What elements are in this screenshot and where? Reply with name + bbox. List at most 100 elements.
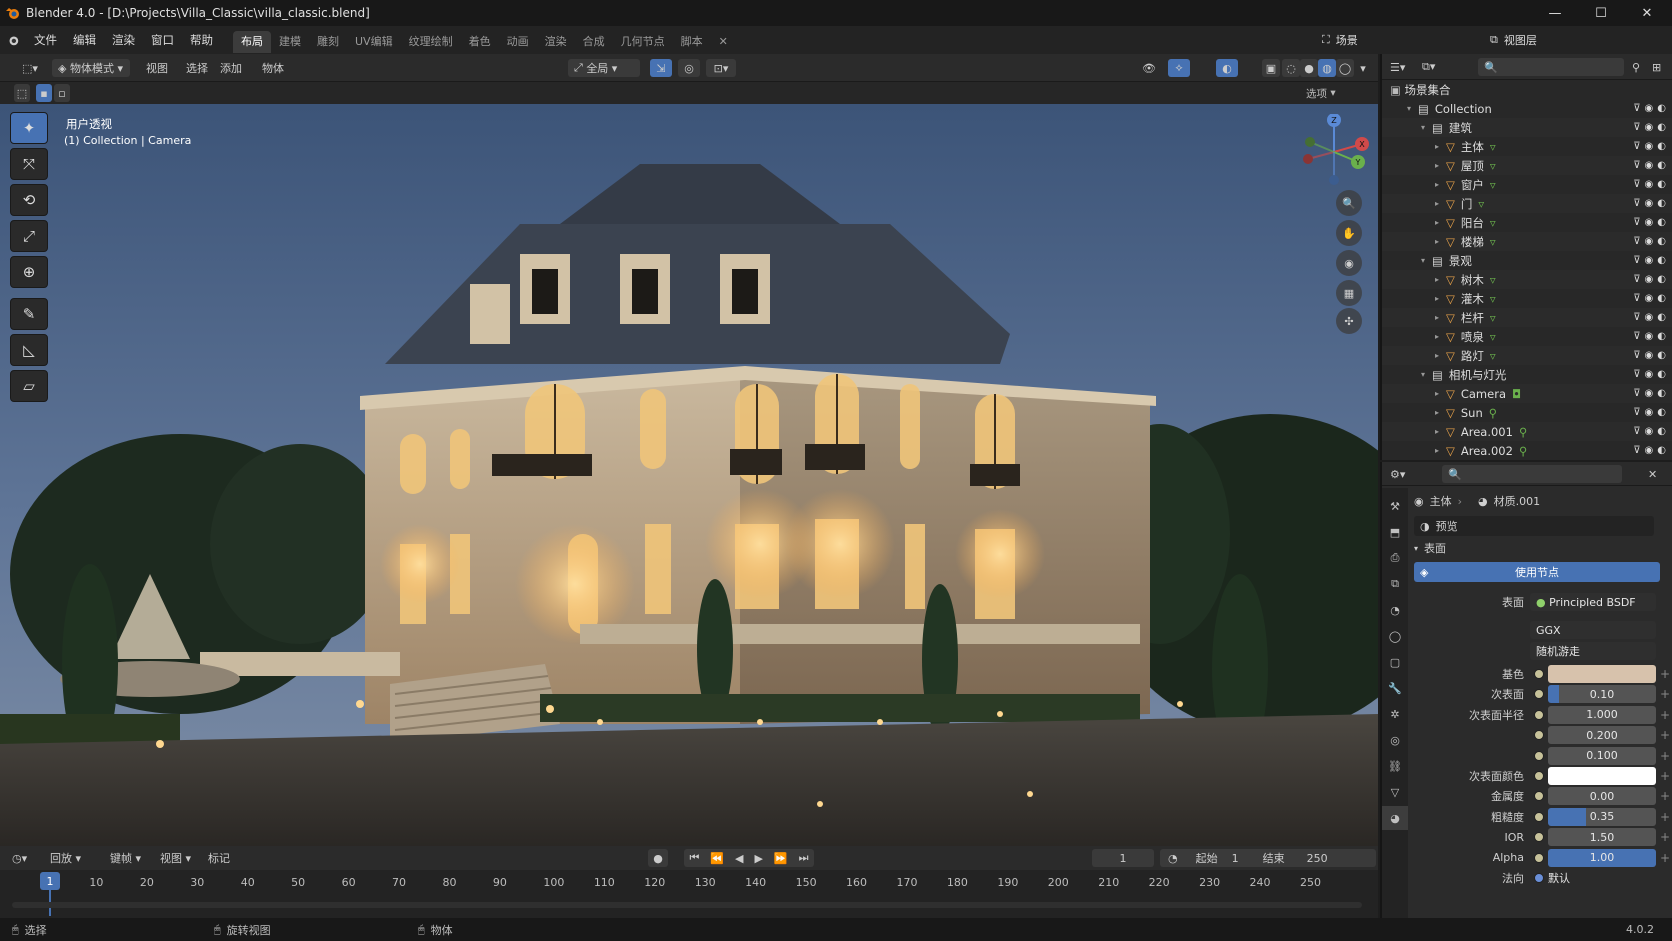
render-toggle-icon[interactable]: ◐	[1657, 236, 1666, 247]
add-cube-tool[interactable]: ▱	[10, 370, 48, 402]
outliner-row[interactable]: ▸ ▽ Camera ◘ ⊽ ◉ ◐	[1382, 384, 1672, 403]
expand-arrow-icon[interactable]: ▸	[1432, 237, 1442, 246]
auto-key-icon[interactable]: ●	[648, 849, 668, 867]
camera-view-icon[interactable]: ◉	[1336, 250, 1362, 276]
scene-tab-icon[interactable]: ◔	[1382, 598, 1408, 622]
render-toggle-icon[interactable]: ◐	[1657, 369, 1666, 380]
scale-tool[interactable]: ⤢	[10, 220, 48, 252]
select-toggle-icon[interactable]: ⊽	[1633, 388, 1640, 399]
keyframe-icon[interactable]: +	[1660, 687, 1670, 701]
socket-link-icon[interactable]	[1534, 730, 1544, 741]
select-toggle-icon[interactable]: ⊽	[1633, 445, 1640, 456]
expand-arrow-icon[interactable]: ▸	[1432, 180, 1442, 189]
socket-link-icon[interactable]	[1534, 811, 1544, 822]
transform-orientation-dropdown[interactable]: ⤢ 全局 ▾	[568, 59, 640, 77]
expand-arrow-icon[interactable]: ▸	[1432, 218, 1442, 227]
outliner-row[interactable]: ▸ ▽ Sun ⚲ ⊽ ◉ ◐	[1382, 403, 1672, 422]
distribution-dropdown[interactable]: GGX	[1530, 621, 1656, 639]
outliner-row[interactable]: ▾ ▤ 建筑 ⊽ ◉ ◐	[1382, 118, 1672, 137]
outliner-row[interactable]: ▾ ▤ 景观 ⊽ ◉ ◐	[1382, 251, 1672, 270]
world-tab-icon[interactable]: ◯	[1382, 624, 1408, 648]
zoom-icon[interactable]: 🔍	[1336, 190, 1362, 216]
outliner-row[interactable]: ▸ ▽ 阳台 ▿ ⊽ ◉ ◐	[1382, 213, 1672, 232]
next-key-icon[interactable]: ⏩	[774, 852, 788, 865]
hide-toggle-icon[interactable]: ◉	[1645, 331, 1654, 342]
pan-hand-icon[interactable]: ✋	[1336, 220, 1362, 246]
tool-tab-icon[interactable]: ⚒	[1382, 494, 1408, 518]
timeline-menu-view[interactable]: 视图 ▾	[160, 849, 191, 867]
object-name[interactable]: 主体	[1430, 493, 1452, 509]
material-tab-icon[interactable]: ◕	[1382, 806, 1408, 830]
menu-edit[interactable]: 编辑	[65, 26, 104, 54]
tab-uv-editing[interactable]: UV编辑	[347, 31, 401, 53]
hide-toggle-icon[interactable]: ◉	[1645, 388, 1654, 399]
expand-arrow-icon[interactable]: ▸	[1432, 142, 1442, 151]
close-tab-icon[interactable]: ✕	[711, 31, 736, 53]
select-mode-new-icon[interactable]: ▪	[36, 84, 52, 102]
hide-toggle-icon[interactable]: ◉	[1645, 407, 1654, 418]
outliner-row[interactable]: ▸ ▽ 树木 ▿ ⊽ ◉ ◐	[1382, 270, 1672, 289]
render-toggle-icon[interactable]: ◐	[1657, 331, 1666, 342]
select-mode-extend-icon[interactable]: ▫	[54, 84, 70, 102]
subsurface-method-dropdown[interactable]: 随机游走	[1530, 642, 1656, 660]
timeline-menu-marker[interactable]: 标记	[208, 849, 230, 867]
hide-toggle-icon[interactable]: ◉	[1645, 255, 1654, 266]
select-toggle-icon[interactable]: ⊽	[1633, 179, 1640, 190]
select-toggle-icon[interactable]: ⊽	[1633, 217, 1640, 228]
outliner-row[interactable]: ▸ ▽ 主体 ▿ ⊽ ◉ ◐	[1382, 137, 1672, 156]
properties-editor-icon[interactable]: ⚙▾	[1390, 465, 1405, 483]
select-toggle-icon[interactable]: ⊽	[1633, 255, 1640, 266]
blender-menu-icon[interactable]	[0, 26, 26, 54]
render-toggle-icon[interactable]: ◐	[1657, 388, 1666, 399]
property-field[interactable]: 0.100	[1548, 746, 1656, 765]
keyframe-icon[interactable]: +	[1660, 851, 1670, 865]
select-toggle-icon[interactable]: ⊽	[1633, 350, 1640, 361]
move-tool[interactable]: ⤧	[10, 148, 48, 180]
expand-arrow-icon[interactable]: ▾	[1418, 123, 1428, 132]
socket-link-icon[interactable]	[1534, 689, 1544, 700]
hide-toggle-icon[interactable]: ◉	[1645, 198, 1654, 209]
outliner-row[interactable]: ▾ ▤ Collection ⊽ ◉ ◐	[1382, 99, 1672, 118]
view-layer-tab-icon[interactable]: ⧉	[1382, 572, 1408, 596]
tab-sculpting[interactable]: 雕刻	[309, 31, 347, 53]
outliner-row[interactable]: ▸ ▽ 屋顶 ▿ ⊽ ◉ ◐	[1382, 156, 1672, 175]
tab-texture-paint[interactable]: 纹理绘制	[401, 31, 461, 53]
material-shading-icon[interactable]: ◍	[1318, 59, 1336, 77]
select-toggle-icon[interactable]: ⊽	[1633, 426, 1640, 437]
keyframe-icon[interactable]: +	[1660, 769, 1670, 783]
render-toggle-icon[interactable]: ◐	[1657, 255, 1666, 266]
expand-arrow-icon[interactable]: ▾	[1418, 370, 1428, 379]
select-toggle-icon[interactable]: ⊽	[1633, 198, 1640, 209]
property-field[interactable]: 0.200	[1548, 726, 1656, 745]
render-toggle-icon[interactable]: ◐	[1657, 350, 1666, 361]
expand-arrow-icon[interactable]: ▸	[1432, 389, 1442, 398]
timeline-scrollbar[interactable]	[12, 902, 1362, 908]
keyframe-icon[interactable]: +	[1660, 667, 1670, 681]
snap-target-icon[interactable]: ⊡▾	[706, 59, 736, 77]
start-frame-field[interactable]: 1	[1232, 852, 1239, 865]
expand-arrow-icon[interactable]: ▸	[1432, 313, 1442, 322]
timeline-menu-playback[interactable]: 回放 ▾	[50, 849, 81, 867]
property-field[interactable]: 0.00	[1548, 787, 1656, 806]
socket-link-icon[interactable]	[1534, 791, 1544, 802]
outliner-row[interactable]: ▸ ▽ 喷泉 ▿ ⊽ ◉ ◐	[1382, 327, 1672, 346]
select-toggle-icon[interactable]: ⊽	[1633, 369, 1640, 380]
render-toggle-icon[interactable]: ◐	[1657, 407, 1666, 418]
expand-arrow-icon[interactable]: ▸	[1432, 408, 1442, 417]
scene-collection-row[interactable]: ▣ 场景集合	[1382, 80, 1672, 99]
timeline-menu-keying[interactable]: 键帧 ▾	[110, 849, 141, 867]
pin-icon[interactable]: ✕	[1648, 465, 1657, 483]
outliner-row[interactable]: ▸ ▽ 楼梯 ▿ ⊽ ◉ ◐	[1382, 232, 1672, 251]
expand-arrow-icon[interactable]: ▸	[1432, 275, 1442, 284]
tab-shading[interactable]: 着色	[461, 31, 499, 53]
menu-render[interactable]: 渲染	[104, 26, 143, 54]
property-field[interactable]: 0.10	[1548, 685, 1656, 704]
use-nodes-button[interactable]: ◈ 使用节点	[1414, 562, 1660, 582]
menu-view[interactable]: 视图	[146, 59, 168, 77]
perspective-toggle-icon[interactable]: ▦	[1336, 280, 1362, 306]
property-field[interactable]: 1.50	[1548, 828, 1656, 847]
expand-arrow-icon[interactable]: ▾	[1404, 104, 1414, 113]
select-toggle-icon[interactable]: ⊽	[1633, 312, 1640, 323]
expand-arrow-icon[interactable]: ▸	[1432, 351, 1442, 360]
keyframe-icon[interactable]: +	[1660, 728, 1670, 742]
